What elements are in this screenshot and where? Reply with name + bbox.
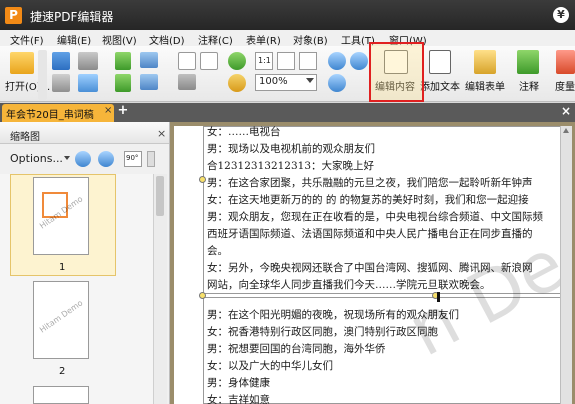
zoom-dropdown[interactable]: 100% bbox=[255, 74, 317, 91]
hand-tool-icon[interactable] bbox=[178, 52, 196, 70]
select-text-icon[interactable] bbox=[200, 52, 218, 70]
doc-line[interactable]: 女：以及广大的中华儿女们 bbox=[207, 358, 333, 373]
thumbnail-page-number: 2 bbox=[59, 366, 66, 377]
pdf-editor-window: P 捷速PDF编辑器 ¥ 文件(F) 编辑(E) 视图(V) 文档(D) 注释(… bbox=[0, 0, 575, 404]
undo-icon[interactable] bbox=[140, 52, 158, 68]
add-text-label[interactable]: 添加文本 bbox=[420, 78, 460, 93]
doc-line[interactable]: 男：身体健康 bbox=[207, 375, 270, 390]
help-button[interactable]: ¥ bbox=[553, 7, 569, 23]
print-preview-icon[interactable] bbox=[52, 74, 70, 92]
menu-view[interactable]: 视图(V) bbox=[102, 32, 137, 47]
zoom-in-icon[interactable] bbox=[328, 74, 346, 92]
menu-edit[interactable]: 编辑(E) bbox=[57, 32, 91, 47]
edit-content-highlight bbox=[369, 42, 424, 102]
app-logo-icon: P bbox=[5, 7, 22, 24]
thumbnail-zoom-out-icon[interactable] bbox=[98, 151, 114, 167]
menu-object[interactable]: 对象(B) bbox=[293, 32, 328, 47]
fit-page-icon[interactable] bbox=[277, 52, 295, 70]
edit-form-icon[interactable] bbox=[474, 50, 496, 74]
chevron-down-icon bbox=[306, 78, 314, 83]
resize-handle-left[interactable] bbox=[199, 176, 206, 183]
document-tab-label[interactable]: 年会节20目_串词稿 bbox=[6, 106, 94, 121]
annotate-label[interactable]: 注释 bbox=[519, 78, 539, 93]
doc-line[interactable]: 合12312313212313：大家晚上好 bbox=[207, 158, 374, 173]
redo-icon[interactable] bbox=[140, 74, 158, 90]
thumbnail-page-1[interactable]: Hitam Demo bbox=[33, 177, 89, 255]
zoom-minus-icon[interactable] bbox=[350, 52, 368, 70]
menu-file[interactable]: 文件(F) bbox=[10, 32, 44, 47]
resize-handle-top-left[interactable] bbox=[199, 292, 206, 299]
zoom-value: 100% bbox=[259, 76, 288, 87]
thumbnail-page-3[interactable] bbox=[33, 386, 89, 404]
doc-line[interactable]: 女：吉祥如意 bbox=[207, 392, 270, 404]
annotate-icon[interactable] bbox=[517, 50, 539, 74]
import-icon[interactable] bbox=[115, 52, 131, 70]
menu-comment[interactable]: 注释(C) bbox=[198, 32, 233, 47]
actual-size-button[interactable]: 1:1 bbox=[255, 52, 273, 70]
close-document-icon[interactable]: × bbox=[561, 104, 571, 118]
doc-line[interactable]: 女：……电视台 bbox=[207, 124, 281, 139]
doc-line[interactable]: 西班牙语国际频道、法语国际频道和中央人民广播电台正在同步直播的 bbox=[207, 226, 533, 241]
close-thumbnail-pane-icon[interactable]: × bbox=[157, 127, 166, 140]
rotate-thumbnail-label: 90° bbox=[126, 154, 139, 162]
thumbnail-page-number: 1 bbox=[59, 262, 66, 273]
measure-icon[interactable] bbox=[556, 50, 575, 74]
measure-label[interactable]: 度量 bbox=[555, 78, 575, 93]
fit-width-icon[interactable] bbox=[299, 52, 317, 70]
document-scrollbar[interactable] bbox=[560, 126, 572, 404]
rotate-counterclockwise-icon[interactable] bbox=[228, 74, 246, 92]
window-title: 捷速PDF编辑器 bbox=[30, 10, 114, 24]
doc-line[interactable]: 男：现场以及电视机前的观众朋友们 bbox=[207, 141, 375, 156]
menu-document[interactable]: 文档(D) bbox=[149, 32, 185, 47]
doc-line[interactable]: 女：在这天地更新万的的 的 的物复苏的美好时刻，我们和您一起迎接 bbox=[207, 192, 529, 207]
rotate-thumbnail-button[interactable]: 90° bbox=[124, 151, 142, 167]
doc-line[interactable]: 男：观众朋友，您现在正在收看的是，中央电视台综合频道、中文国际频 bbox=[207, 209, 543, 224]
rotate-clockwise-icon[interactable] bbox=[228, 52, 246, 70]
new-tab-button[interactable]: + bbox=[117, 104, 129, 118]
options-dropdown[interactable]: Options... bbox=[10, 152, 63, 165]
doc-line[interactable]: 会。 bbox=[207, 243, 228, 258]
zoom-out-icon[interactable] bbox=[328, 52, 346, 70]
doc-line[interactable]: 男：在这合家团聚，共乐融融的元旦之夜，我们陪您一起聆听新年钟声 bbox=[207, 175, 533, 190]
export-icon[interactable] bbox=[115, 74, 131, 92]
thumbnail-scroll-thumb[interactable] bbox=[156, 176, 164, 216]
close-tab-icon[interactable]: × bbox=[104, 105, 112, 116]
thumbnail-pane-title: 缩略图 bbox=[10, 132, 40, 143]
chevron-down-icon[interactable] bbox=[64, 156, 70, 160]
doc-line[interactable]: 男：祝想要回国的台湾同胞，海外华侨 bbox=[207, 341, 386, 356]
scroll-up-arrow-icon[interactable] bbox=[563, 128, 569, 133]
edit-form-label[interactable]: 编辑表单 bbox=[465, 78, 505, 93]
thumbnail-page-2[interactable]: Hitam Demo bbox=[33, 281, 89, 359]
save-icon[interactable] bbox=[52, 52, 70, 70]
thumbnail-zoom-in-icon[interactable] bbox=[75, 151, 91, 167]
email-icon[interactable] bbox=[78, 74, 98, 92]
menu-form[interactable]: 表单(R) bbox=[246, 32, 281, 47]
doc-line[interactable]: 女：祝香港特别行政区同胞，澳门特别行政区同胞 bbox=[207, 324, 438, 339]
print-icon[interactable] bbox=[78, 52, 98, 70]
menu-bar: 文件(F) 编辑(E) 视图(V) 文档(D) 注释(C) 表单(R) 对象(B… bbox=[0, 30, 575, 47]
thumbnail-scrollbar[interactable] bbox=[153, 174, 167, 404]
thumbnail-watermark: Hitam Demo bbox=[37, 298, 85, 335]
thumbnail-options-chevron-icon[interactable] bbox=[147, 151, 155, 167]
folder-open-icon[interactable] bbox=[10, 52, 34, 74]
snapshot-icon[interactable] bbox=[178, 74, 196, 90]
actual-size-label: 1:1 bbox=[258, 56, 271, 65]
add-text-icon[interactable] bbox=[429, 50, 451, 74]
open-dropdown-arrow-icon[interactable] bbox=[38, 50, 47, 100]
